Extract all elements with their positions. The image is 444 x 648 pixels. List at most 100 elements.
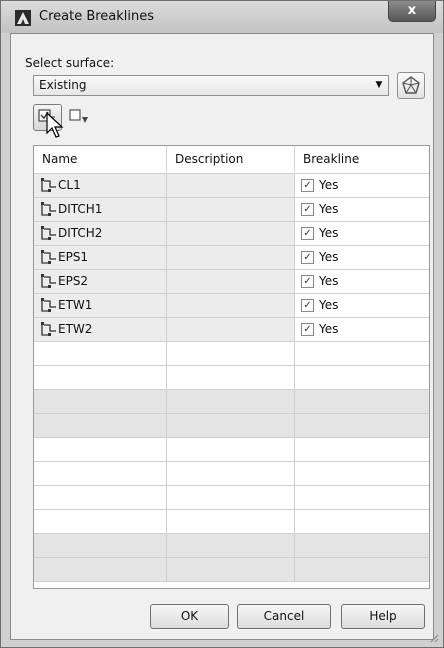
breakline-cell[interactable]: ✓ Yes xyxy=(295,294,429,317)
checkbox-checked-icon[interactable]: ✓ xyxy=(301,251,314,264)
breakline-cell[interactable] xyxy=(295,342,429,365)
resize-grip-icon[interactable] xyxy=(429,633,439,643)
description-cell[interactable] xyxy=(167,174,295,197)
breakline-value: Yes xyxy=(319,250,339,264)
breakline-cell[interactable]: ✓ Yes xyxy=(295,270,429,293)
description-cell[interactable] xyxy=(167,510,295,533)
breakline-value: Yes xyxy=(319,322,339,336)
name-cell[interactable] xyxy=(34,390,167,413)
description-cell[interactable] xyxy=(167,366,295,389)
empty-table-row[interactable] xyxy=(34,366,429,390)
empty-table-row[interactable] xyxy=(34,342,429,366)
breakline-cell[interactable] xyxy=(295,510,429,533)
breakline-name: ETW2 xyxy=(58,322,93,336)
surface-dropdown-value: Existing xyxy=(39,78,87,92)
empty-table-row[interactable] xyxy=(34,510,429,534)
description-cell[interactable] xyxy=(167,414,295,437)
name-cell[interactable]: ETW1 xyxy=(34,294,167,317)
breakline-name: CL1 xyxy=(58,178,81,192)
empty-table-row[interactable] xyxy=(34,438,429,462)
table-row[interactable]: ETW1 ✓ Yes xyxy=(34,294,429,318)
empty-table-row[interactable] xyxy=(34,414,429,438)
breakline-name: DITCH2 xyxy=(58,226,103,240)
description-cell[interactable] xyxy=(167,534,295,557)
breakline-cell[interactable]: ✓ Yes xyxy=(295,246,429,269)
surface-dropdown[interactable]: Existing ▼ xyxy=(33,75,389,96)
breakline-cell[interactable]: ✓ Yes xyxy=(295,318,429,341)
breakline-cell[interactable] xyxy=(295,366,429,389)
description-cell[interactable] xyxy=(167,246,295,269)
description-cell[interactable] xyxy=(167,270,295,293)
breakline-cell[interactable] xyxy=(295,438,429,461)
empty-table-row[interactable] xyxy=(34,390,429,414)
breakline-cell[interactable] xyxy=(295,462,429,485)
breakline-cell[interactable] xyxy=(295,390,429,413)
table-row[interactable]: EPS2 ✓ Yes xyxy=(34,270,429,294)
empty-table-row[interactable] xyxy=(34,534,429,558)
breakline-cell[interactable] xyxy=(295,486,429,509)
autocad-icon xyxy=(15,10,31,26)
checkbox-checked-icon[interactable]: ✓ xyxy=(301,323,314,336)
name-cell[interactable] xyxy=(34,414,167,437)
select-surface-label: Select surface: xyxy=(25,56,115,70)
description-cell[interactable] xyxy=(167,390,295,413)
description-cell[interactable] xyxy=(167,198,295,221)
table-row[interactable]: CL1 ✓ Yes xyxy=(34,174,429,198)
breakline-cell[interactable]: ✓ Yes xyxy=(295,174,429,197)
create-breaklines-dialog: Create Breaklines x Select surface: Exis… xyxy=(0,0,444,648)
checkbox-checked-icon[interactable]: ✓ xyxy=(301,203,314,216)
name-cell[interactable]: ETW2 xyxy=(34,318,167,341)
empty-table-row[interactable] xyxy=(34,486,429,510)
description-cell[interactable] xyxy=(167,558,295,581)
name-cell[interactable]: EPS1 xyxy=(34,246,167,269)
breakline-cell[interactable] xyxy=(295,534,429,557)
add-item-icon[interactable] xyxy=(67,107,91,129)
name-cell[interactable] xyxy=(34,534,167,557)
breakline-icon xyxy=(41,250,56,264)
table-row[interactable]: ETW2 ✓ Yes xyxy=(34,318,429,342)
table-row[interactable]: DITCH1 ✓ Yes xyxy=(34,198,429,222)
ok-button[interactable]: OK xyxy=(150,604,229,629)
name-cell[interactable]: EPS2 xyxy=(34,270,167,293)
name-cell[interactable]: DITCH2 xyxy=(34,222,167,245)
column-header-description[interactable]: Description xyxy=(167,146,295,172)
name-cell[interactable]: DITCH1 xyxy=(34,198,167,221)
breakline-cell[interactable] xyxy=(295,558,429,581)
breakline-cell[interactable]: ✓ Yes xyxy=(295,222,429,245)
breakline-icon xyxy=(41,226,56,240)
title-bar[interactable]: Create Breaklines x xyxy=(1,1,443,33)
checkbox-checked-icon[interactable]: ✓ xyxy=(301,227,314,240)
breakline-cell[interactable]: ✓ Yes xyxy=(295,198,429,221)
close-button[interactable]: x xyxy=(388,1,436,22)
breakline-icon xyxy=(41,274,56,288)
empty-table-row[interactable] xyxy=(34,558,429,582)
name-cell[interactable] xyxy=(34,342,167,365)
checkbox-checked-icon[interactable]: ✓ xyxy=(301,299,314,312)
description-cell[interactable] xyxy=(167,462,295,485)
name-cell[interactable] xyxy=(34,486,167,509)
table-row[interactable]: DITCH2 ✓ Yes xyxy=(34,222,429,246)
name-cell[interactable] xyxy=(34,366,167,389)
name-cell[interactable] xyxy=(34,558,167,581)
column-header-name[interactable]: Name xyxy=(34,146,167,172)
description-cell[interactable] xyxy=(167,486,295,509)
checkbox-checked-icon[interactable]: ✓ xyxy=(301,179,314,192)
table-row[interactable]: EPS1 ✓ Yes xyxy=(34,246,429,270)
description-cell[interactable] xyxy=(167,294,295,317)
checkbox-checked-icon[interactable]: ✓ xyxy=(301,275,314,288)
description-cell[interactable] xyxy=(167,222,295,245)
description-cell[interactable] xyxy=(167,318,295,341)
description-cell[interactable] xyxy=(167,438,295,461)
breakline-icon xyxy=(41,298,56,312)
pick-surface-button[interactable] xyxy=(397,72,425,99)
description-cell[interactable] xyxy=(167,342,295,365)
name-cell[interactable] xyxy=(34,438,167,461)
breakline-cell[interactable] xyxy=(295,414,429,437)
column-header-breakline[interactable]: Breakline xyxy=(295,146,429,172)
name-cell[interactable] xyxy=(34,462,167,485)
name-cell[interactable] xyxy=(34,510,167,533)
name-cell[interactable]: CL1 xyxy=(34,174,167,197)
cancel-button[interactable]: Cancel xyxy=(237,604,331,629)
empty-table-row[interactable] xyxy=(34,462,429,486)
help-button[interactable]: Help xyxy=(341,604,425,629)
